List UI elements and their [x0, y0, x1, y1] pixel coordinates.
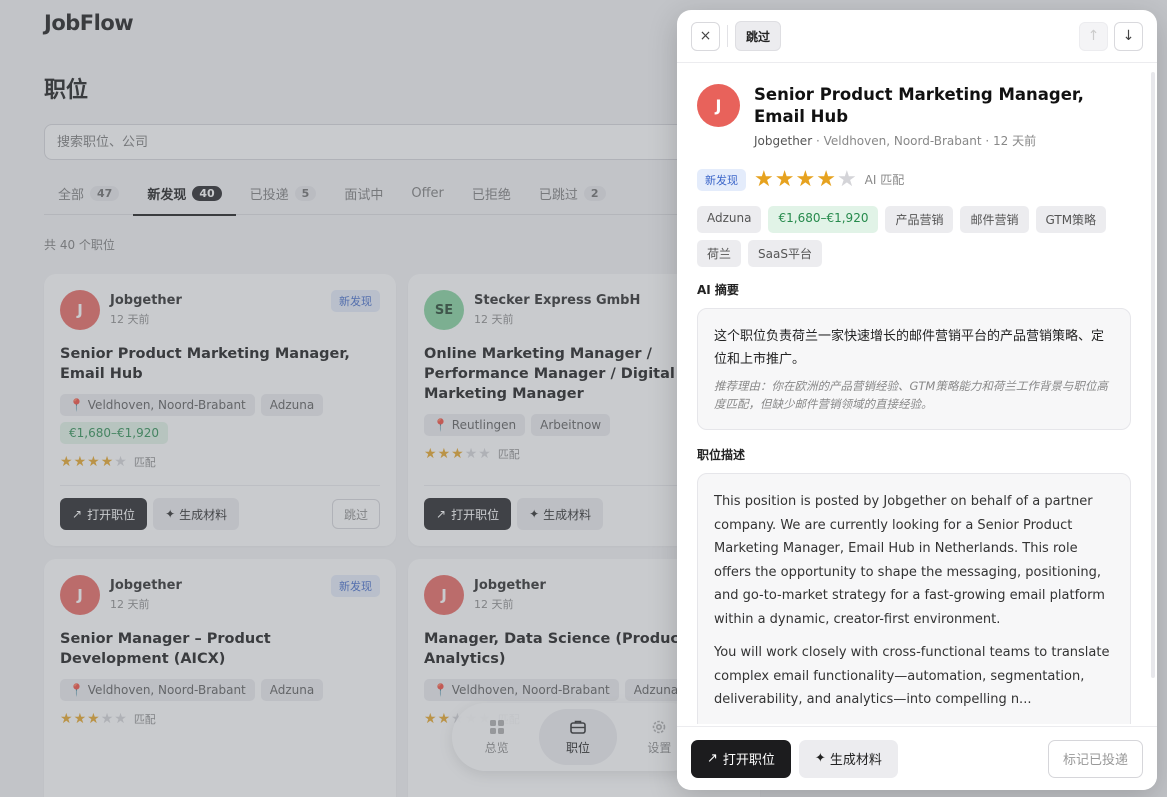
mark-applied-button[interactable]: 标记已投递 — [1047, 739, 1143, 778]
ai-summary-box: 这个职位负责荷兰一家快速增长的邮件营销平台的产品营销策略、定位和上市推广。 推荐… — [697, 308, 1131, 430]
next-job-button[interactable]: ↓ — [1114, 21, 1143, 51]
recommendation-reason: 推荐理由：你在欧洲的产品营销经验、GTM策略能力和荷兰工作背景与职位高度匹配，但… — [714, 379, 1108, 411]
tag-list: Adzuna €1,680–€1,920 产品营销 邮件营销 GTM策略荷兰 SaaS平台 — [697, 206, 1117, 267]
tag-chip: 荷兰 — [697, 240, 742, 267]
arrow-up-icon: ↑ — [1087, 28, 1100, 44]
drawer-toolbar: × 跳过 ↑ ↓ — [677, 10, 1157, 63]
job-detail-drawer: × 跳过 ↑ ↓ J Senior Product Marketing Mana… — [677, 10, 1157, 790]
ai-summary-text: 这个职位负责荷兰一家快速增长的邮件营销平台的产品营销策略、定位和上市推广。 — [714, 329, 1105, 367]
posted-time: 12 天前 — [993, 134, 1037, 148]
star-filled-icon: ★ — [774, 167, 795, 192]
star-filled-icon: ★ — [795, 167, 816, 192]
job-description-box: This position is posted by Jobgether on … — [697, 473, 1131, 724]
tag-chip: 产品营销 — [885, 206, 954, 233]
button-label: 生成材料 — [829, 753, 882, 768]
open-job-button[interactable]: ↗ 打开职位 — [691, 739, 791, 778]
close-button[interactable]: × — [691, 21, 720, 51]
sparkle-icon: ✦ — [814, 751, 826, 766]
drawer-footer: ↗ 打开职位 ✦ 生成材料 标记已投递 — [677, 726, 1157, 790]
star-filled-icon: ★ — [816, 167, 836, 192]
external-link-icon: ↗ — [707, 751, 718, 766]
tag-chip: Adzuna — [697, 206, 762, 233]
description-heading: 职位描述 — [697, 448, 746, 462]
scrollbar[interactable] — [1151, 72, 1155, 678]
ai-match-label: AI 匹配 — [864, 173, 905, 187]
salary-chip: €1,680–€1,920 — [768, 206, 879, 233]
location-text: Veldhoven, Noord-Brabant — [823, 134, 982, 148]
drawer-content[interactable]: J Senior Product Marketing Manager, Emai… — [677, 64, 1151, 724]
description-paragraph: This position is posted by Jobgether on … — [714, 494, 1105, 627]
tag-chip: 邮件营销 — [960, 206, 1029, 233]
description-paragraph: You will work closely with cross-functio… — [714, 645, 1110, 707]
previous-job-button[interactable]: ↑ — [1079, 21, 1108, 51]
star-empty-icon: ★ — [836, 167, 857, 192]
divider — [727, 25, 728, 47]
ai-summary-heading: AI 摘要 — [697, 283, 739, 297]
company-avatar: J — [697, 84, 740, 127]
star-filled-icon: ★ — [754, 167, 774, 192]
rating-stars: ★ ★ ★ ★ ★ — [754, 167, 857, 192]
button-label: 打开职位 — [722, 753, 775, 768]
status-badge: 新发现 — [697, 168, 746, 191]
close-icon: × — [699, 28, 712, 44]
generate-materials-button[interactable]: ✦ 生成材料 — [798, 739, 898, 778]
skip-button[interactable]: 跳过 — [735, 21, 782, 51]
job-title: Senior Product Marketing Manager, Email … — [754, 85, 1084, 126]
company-name: Jobgether — [754, 134, 813, 148]
job-meta: Jobgether · Veldhoven, Noord-Brabant · 1… — [754, 134, 1037, 148]
tag-chip: GTM策略 — [1035, 206, 1107, 233]
arrow-down-icon: ↓ — [1122, 28, 1135, 44]
tag-chip: SaaS平台 — [748, 240, 822, 267]
